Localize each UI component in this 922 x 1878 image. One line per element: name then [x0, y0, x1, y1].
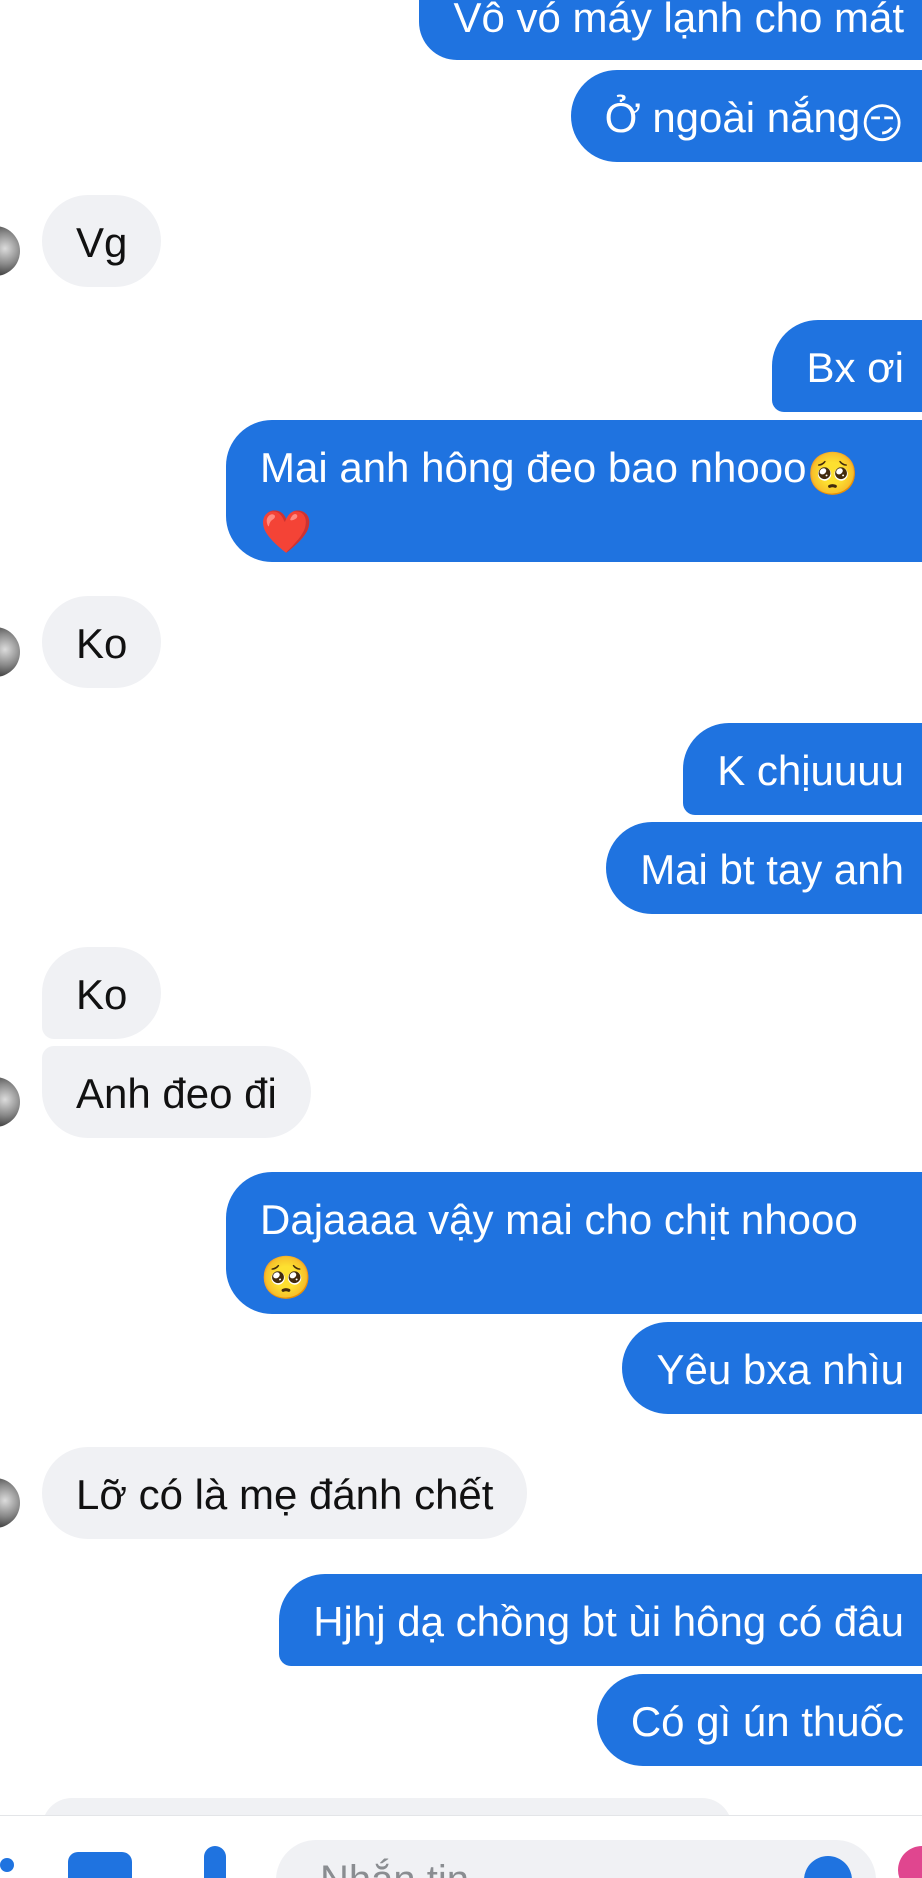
- emoji-icon[interactable]: [804, 1856, 852, 1878]
- red-heart-emoji: ❤️: [260, 508, 313, 555]
- composer-bar: Nhắn tin: [0, 1815, 922, 1878]
- apps-icon[interactable]: [0, 1858, 14, 1872]
- avatar[interactable]: [0, 627, 20, 677]
- message-text: Ở ngoài nắng: [604, 94, 861, 141]
- message-text: Có gì ún thuốc: [630, 1698, 904, 1745]
- message-text: Ko: [76, 620, 128, 667]
- partial-message: [42, 1798, 732, 1815]
- message-text: Bx ơi: [806, 344, 904, 391]
- message-sent[interactable]: Ở ngoài nắng😏: [570, 70, 922, 162]
- message-text: Anh đeo đi: [76, 1070, 277, 1117]
- message-received[interactable]: Ko: [42, 947, 162, 1039]
- message-sent[interactable]: Yêu bxa nhìu: [622, 1322, 922, 1414]
- message-list[interactable]: Vô vó máy lạnh cho mát Ở ngoài nắng😏 Vg …: [0, 0, 922, 1815]
- message-sent[interactable]: Vô vó máy lạnh cho mát: [419, 0, 922, 60]
- message-sent[interactable]: Mai anh hông đeo bao nhooo🥺 ❤️: [226, 420, 922, 562]
- message-sent[interactable]: Hjhj dạ chồng bt ùi hông có đâu: [279, 1574, 922, 1666]
- message-text: Hjhj dạ chồng bt ùi hông có đâu: [313, 1598, 904, 1645]
- message-text: Mai bt tay anh: [640, 846, 904, 893]
- message-input-placeholder: Nhắn tin: [320, 1858, 469, 1878]
- gif-icon[interactable]: [68, 1852, 132, 1878]
- avatar[interactable]: [0, 226, 20, 276]
- message-text: Vô vó máy lạnh cho mát: [453, 0, 904, 41]
- pleading-face-emoji: 🥺: [260, 1254, 313, 1301]
- message-text: Dajaaaa vậy mai cho chịt nhooo: [260, 1196, 858, 1243]
- message-sent[interactable]: Bx ơi: [772, 320, 922, 412]
- smirk-emoji: 😏: [860, 100, 904, 147]
- message-text: Lỡ có là mẹ đánh chết: [76, 1471, 494, 1518]
- message-received[interactable]: Vg: [42, 195, 162, 287]
- message-text: Ko: [76, 971, 128, 1018]
- message-sent[interactable]: K chịuuuu: [683, 723, 922, 815]
- message-text: Mai anh hông đeo bao nhooo: [260, 444, 807, 491]
- avatar[interactable]: [0, 1478, 20, 1528]
- message-text: K chịuuuu: [717, 747, 904, 794]
- message-received[interactable]: Ko: [42, 596, 162, 688]
- message-sent[interactable]: Mai bt tay anh: [606, 822, 922, 914]
- message-sent[interactable]: Dajaaaa vậy mai cho chịt nhooo 🥺: [226, 1172, 922, 1314]
- avatar[interactable]: [0, 1077, 20, 1127]
- message-text: Vg: [76, 219, 128, 266]
- message-received[interactable]: Lỡ có là mẹ đánh chết: [42, 1447, 528, 1539]
- message-input[interactable]: Nhắn tin: [276, 1840, 876, 1878]
- pleading-face-emoji: 🥺: [806, 450, 859, 497]
- microphone-icon[interactable]: [204, 1846, 226, 1878]
- like-icon[interactable]: [898, 1846, 922, 1878]
- message-sent[interactable]: Có gì ún thuốc: [596, 1674, 922, 1766]
- message-text: Yêu bxa nhìu: [656, 1346, 904, 1393]
- message-received[interactable]: Anh đeo đi: [42, 1046, 311, 1138]
